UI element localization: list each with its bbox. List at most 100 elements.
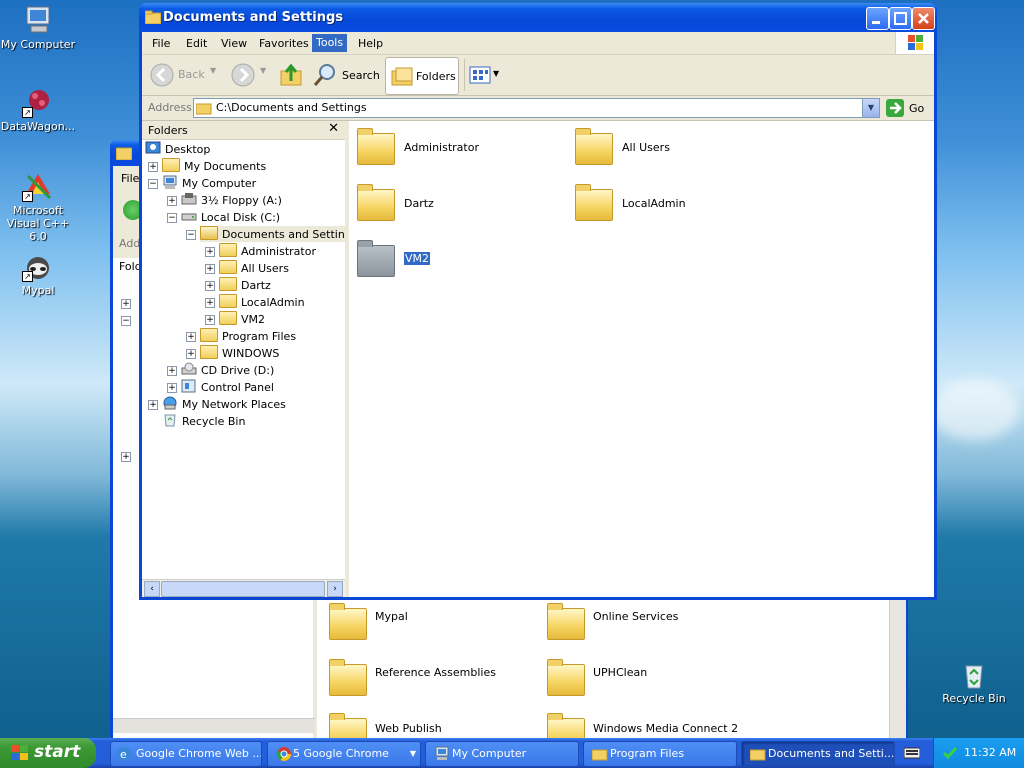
back-item-label[interactable]: UPHClean bbox=[593, 666, 647, 679]
scroll-right-icon[interactable]: › bbox=[327, 581, 343, 597]
menu-view[interactable]: View bbox=[217, 36, 251, 52]
back-item-label[interactable]: Mypal bbox=[375, 610, 408, 623]
tree-item-my-network-places[interactable]: My Network Places bbox=[162, 396, 286, 412]
tree-item-vm2[interactable]: VM2 bbox=[219, 311, 265, 327]
back-vertical-scrollbar[interactable] bbox=[889, 598, 906, 738]
collapse-icon[interactable]: − bbox=[148, 179, 158, 189]
expand-icon[interactable]: + bbox=[205, 298, 215, 308]
folder-icon bbox=[357, 184, 395, 221]
forward-dropdown-icon[interactable]: ▼ bbox=[260, 66, 266, 75]
tree-item-documents-and-settings[interactable]: Documents and Settings bbox=[200, 226, 361, 242]
task-group-dropdown-icon[interactable]: ▼ bbox=[410, 742, 416, 766]
folders-pane-title: Folders bbox=[148, 124, 188, 137]
tree-item-all-users[interactable]: All Users bbox=[219, 260, 289, 276]
tree-item-label: Dartz bbox=[241, 279, 271, 292]
expand-icon[interactable]: + bbox=[205, 264, 215, 274]
menu-edit[interactable]: Edit bbox=[182, 36, 211, 52]
scroll-thumb[interactable] bbox=[161, 581, 325, 597]
explorer-window[interactable]: Documents and Settings File Edit View Fa… bbox=[139, 3, 937, 600]
back-menu-file[interactable]: File bbox=[121, 172, 139, 185]
menu-tools[interactable]: Tools bbox=[312, 34, 348, 52]
minimize-button[interactable] bbox=[866, 7, 889, 30]
expand-icon[interactable]: + bbox=[205, 315, 215, 325]
folder-icon bbox=[575, 184, 613, 221]
up-folder-button[interactable] bbox=[278, 61, 304, 89]
go-button[interactable]: Go bbox=[885, 98, 929, 118]
language-bar-icon[interactable] bbox=[903, 746, 921, 760]
maximize-button[interactable] bbox=[889, 7, 912, 30]
tree-item-program-files[interactable]: Program Files bbox=[200, 328, 296, 344]
desktop-icon-label: Recycle Bin bbox=[942, 692, 1006, 705]
tree-item-localadmin[interactable]: LocalAdmin bbox=[219, 294, 305, 310]
expand-icon[interactable]: + bbox=[205, 247, 215, 257]
expand-icon[interactable]: + bbox=[205, 281, 215, 291]
task-program-files[interactable]: Program Files bbox=[583, 741, 737, 767]
folders-pane: Folders ✕ Desktop + My Documents − My Co… bbox=[142, 121, 361, 597]
task-google-chrome[interactable]: 5 Google Chrome ▼ bbox=[267, 741, 421, 767]
expand-icon[interactable]: + bbox=[148, 400, 158, 410]
folders-button[interactable]: Folders bbox=[385, 57, 459, 95]
safely-remove-hardware-icon[interactable] bbox=[942, 745, 958, 761]
back-item-label[interactable]: Reference Assemblies bbox=[375, 666, 496, 679]
views-icon bbox=[469, 66, 491, 84]
desktop-icon-datawagon[interactable]: ↗ DataWagon... bbox=[0, 86, 78, 133]
back-item-label[interactable]: Online Services bbox=[593, 610, 678, 623]
tree-item-label: Local Disk (C:) bbox=[201, 211, 281, 224]
expand-icon[interactable]: + bbox=[148, 162, 158, 172]
forward-button[interactable]: ▼ bbox=[231, 63, 267, 87]
menu-help[interactable]: Help bbox=[354, 36, 387, 52]
tree-item-dartz[interactable]: Dartz bbox=[219, 277, 271, 293]
tree-item-cd-drive[interactable]: CD Drive (D:) bbox=[181, 362, 274, 378]
collapse-icon[interactable]: − bbox=[186, 230, 196, 240]
task-documents-and-settings[interactable]: Documents and Setti... bbox=[741, 741, 895, 767]
address-dropdown-icon[interactable]: ▼ bbox=[862, 99, 879, 117]
tree-item-administrator[interactable]: Administrator bbox=[219, 243, 316, 259]
folder-icon bbox=[219, 243, 237, 257]
back-item-label[interactable]: Web Publish bbox=[375, 722, 442, 735]
back-button[interactable]: Back ▼ bbox=[150, 63, 222, 87]
search-button[interactable]: Search bbox=[312, 61, 380, 89]
folders-horizontal-scrollbar[interactable]: ‹ › bbox=[142, 579, 345, 597]
ie-icon: e bbox=[117, 747, 131, 761]
menu-file[interactable]: File bbox=[148, 36, 174, 52]
desktop-icon-mypal[interactable]: ↗ Mypal bbox=[0, 250, 78, 297]
task-my-computer[interactable]: My Computer bbox=[425, 741, 579, 767]
views-dropdown-icon[interactable]: ▼ bbox=[493, 69, 499, 78]
collapse-icon[interactable]: − bbox=[167, 213, 177, 223]
folder-icon bbox=[575, 128, 613, 165]
window-titlebar[interactable]: Documents and Settings bbox=[139, 3, 937, 32]
menu-favorites[interactable]: Favorites bbox=[255, 36, 313, 52]
close-button[interactable] bbox=[912, 7, 935, 30]
tree-item-recycle-bin[interactable]: Recycle Bin bbox=[162, 413, 245, 429]
task-chrome-web[interactable]: e Google Chrome Web ... bbox=[110, 741, 262, 767]
expand-icon[interactable]: + bbox=[167, 383, 177, 393]
back-item-label[interactable]: Windows Media Connect 2 bbox=[593, 722, 738, 735]
back-dropdown-icon[interactable]: ▼ bbox=[210, 66, 216, 75]
tree-item-local-disk[interactable]: Local Disk (C:) bbox=[181, 209, 280, 225]
tree-item-desktop[interactable]: Desktop bbox=[145, 141, 210, 157]
scroll-left-icon[interactable]: ‹ bbox=[144, 581, 160, 597]
expand-icon[interactable]: + bbox=[121, 299, 131, 309]
desktop-icon-recycle-bin[interactable]: Recycle Bin bbox=[934, 658, 1014, 705]
desktop-icon-visual-cpp[interactable]: ↗ Microsoft Visual C++ 6.0 bbox=[0, 170, 78, 243]
clock[interactable]: 11:32 AM bbox=[964, 746, 1016, 759]
tree-item-control-panel[interactable]: Control Panel bbox=[181, 379, 274, 395]
windows-logo bbox=[895, 32, 934, 54]
tree-item-my-documents[interactable]: My Documents bbox=[162, 158, 266, 174]
expand-icon[interactable]: + bbox=[186, 349, 196, 359]
collapse-icon[interactable]: − bbox=[121, 316, 131, 326]
expand-icon[interactable]: + bbox=[186, 332, 196, 342]
folders-pane-close-icon[interactable]: ✕ bbox=[328, 121, 339, 136]
back-horizontal-scrollbar[interactable] bbox=[113, 718, 315, 733]
desktop-icon-my-computer[interactable]: My Computer bbox=[0, 4, 78, 51]
start-button[interactable]: start bbox=[0, 738, 96, 768]
tree-item-windows[interactable]: WINDOWS bbox=[200, 345, 279, 361]
expand-icon[interactable]: + bbox=[167, 196, 177, 206]
tree-item-my-computer[interactable]: My Computer bbox=[162, 175, 256, 191]
tree-item-floppy[interactable]: 3½ Floppy (A:) bbox=[181, 192, 282, 208]
control-panel-icon bbox=[181, 379, 196, 393]
expand-icon[interactable]: + bbox=[167, 366, 177, 376]
address-input[interactable]: C:\Documents and Settings ▼ bbox=[193, 98, 880, 118]
views-button[interactable]: ▼ bbox=[468, 63, 502, 87]
expand-icon[interactable]: + bbox=[121, 452, 131, 462]
